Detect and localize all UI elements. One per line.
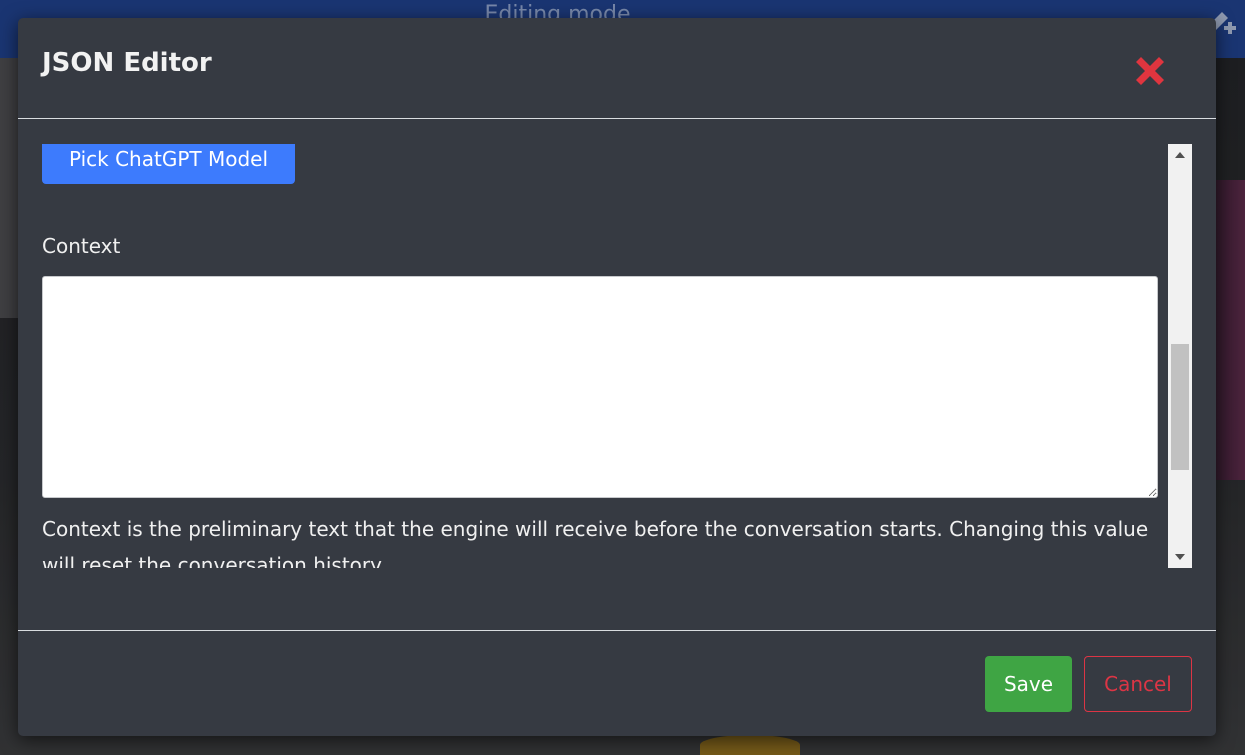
context-help-text: Context is the preliminary text that the…: [42, 517, 1149, 568]
context-label: Context: [42, 234, 121, 258]
modal-header: JSON Editor: [18, 18, 1216, 119]
cancel-button[interactable]: Cancel: [1084, 656, 1192, 712]
modal-footer: Save Cancel: [18, 630, 1216, 737]
scroll-down-arrow-icon[interactable]: [1168, 546, 1192, 568]
save-button[interactable]: Save: [985, 656, 1072, 712]
modal-title: JSON Editor: [42, 48, 212, 78]
modal-body: Pick ChatGPT Model Context Context is th…: [42, 144, 1192, 568]
pick-chatgpt-model-button[interactable]: Pick ChatGPT Model: [42, 144, 295, 184]
scroll-up-arrow-icon[interactable]: [1168, 144, 1192, 166]
context-textarea[interactable]: [42, 276, 1158, 498]
scrollbar-thumb[interactable]: [1171, 344, 1189, 470]
modal-body-scrollbar[interactable]: [1168, 144, 1192, 568]
json-editor-modal: JSON Editor Pick ChatGPT Model Context C…: [18, 18, 1216, 736]
close-icon[interactable]: [1130, 51, 1170, 91]
